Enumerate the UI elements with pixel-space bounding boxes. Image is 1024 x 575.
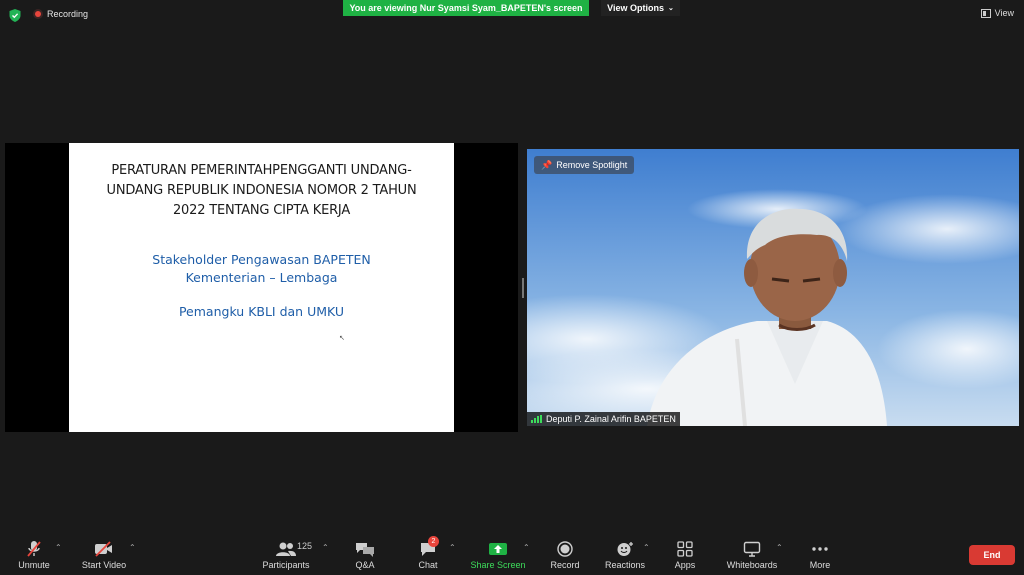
share-screen-button[interactable]: Share Screen <box>470 531 526 575</box>
slide-title-line: 2022 TENTANG CIPTA KERJA <box>172 203 351 218</box>
pin-icon: 📌 <box>541 159 553 170</box>
end-label: End <box>983 550 1001 560</box>
grid-view-icon <box>980 8 991 18</box>
qa-icon <box>356 543 374 557</box>
audio-options-caret-icon[interactable]: ⌃ <box>55 543 62 552</box>
slide-title-line: PERATURAN PEMERINTAHPENGGANTI UNDANG- <box>111 163 412 178</box>
chat-options-caret-icon[interactable]: ⌃ <box>449 543 456 552</box>
more-label: More <box>809 560 831 570</box>
start-video-button[interactable]: Start Video <box>78 531 130 575</box>
share-screen-icon <box>489 543 507 555</box>
share-options-caret-icon[interactable]: ⌃ <box>523 543 530 552</box>
reactions-label: Reactions <box>604 560 646 570</box>
record-dot-icon <box>33 9 43 19</box>
participant-video <box>527 149 1019 426</box>
reactions-options-caret-icon[interactable]: ⌃ <box>643 543 650 552</box>
slide-title: PERATURAN PEMERINTAHPENGGANTI UNDANG- UN… <box>91 161 432 221</box>
viewing-banner-text: You are viewing Nur Syamsi Syam_BAPETEN'… <box>349 3 583 13</box>
chat-button[interactable]: 2 Chat <box>413 531 443 575</box>
mouse-cursor-icon: ↖ <box>339 335 345 342</box>
chevron-down-icon: ⌄ <box>667 5 674 12</box>
more-button[interactable]: More <box>805 531 835 575</box>
resize-handle[interactable] <box>522 278 524 298</box>
video-options-caret-icon[interactable]: ⌃ <box>129 543 136 552</box>
start-video-label: Start Video <box>81 560 127 570</box>
participants-count: 125 <box>297 541 313 551</box>
record-button[interactable]: Record <box>548 531 582 575</box>
signal-strength-icon <box>531 415 542 423</box>
participants-options-caret-icon[interactable]: ⌃ <box>322 543 329 552</box>
view-label: View <box>994 8 1014 18</box>
slide-ministry-line: Kementerian – Lembaga <box>185 270 338 285</box>
meeting-toolbar: Unmute ⌃ Start Video ⌃ Participants 125 … <box>0 531 1024 575</box>
apps-button[interactable]: Apps <box>670 531 700 575</box>
participants-icon <box>276 542 296 556</box>
record-label: Record <box>550 560 580 570</box>
recording-label: Recording <box>47 9 89 19</box>
apps-label: Apps <box>674 560 696 570</box>
qa-label: Q&A <box>355 560 375 570</box>
recording-indicator[interactable]: Recording <box>33 9 88 19</box>
more-dots-icon <box>812 547 828 551</box>
participant-name-tag: Deputi P. Zainal Arifin BAPETEN <box>527 412 680 426</box>
record-icon <box>557 541 573 557</box>
view-button[interactable]: View <box>980 8 1014 18</box>
remove-spotlight-button[interactable]: 📌 Remove Spotlight <box>534 156 635 174</box>
whiteboards-button[interactable]: Whiteboards <box>724 531 780 575</box>
whiteboards-label: Whiteboards <box>726 560 778 570</box>
whiteboards-options-caret-icon[interactable]: ⌃ <box>776 543 783 552</box>
participants-button[interactable]: Participants <box>260 531 312 575</box>
participants-label: Participants <box>262 560 310 570</box>
end-meeting-button[interactable]: End <box>969 545 1015 565</box>
chat-label: Chat <box>418 560 438 570</box>
unmute-button[interactable]: Unmute <box>14 531 54 575</box>
chat-unread-badge: 2 <box>428 536 439 547</box>
whiteboard-icon <box>743 541 761 557</box>
view-options-button[interactable]: View Options ⌄ <box>601 0 680 16</box>
share-screen-label: Share Screen <box>470 560 526 570</box>
apps-icon <box>677 541 693 557</box>
viewing-screen-banner: You are viewing Nur Syamsi Syam_BAPETEN'… <box>343 0 589 16</box>
view-options-label: View Options <box>607 3 664 13</box>
slide-title-line: UNDANG REPUBLIK INDONESIA NOMOR 2 TAHUN <box>106 183 417 198</box>
reactions-icon <box>617 542 633 556</box>
security-shield-icon[interactable] <box>9 9 21 22</box>
slide-stakeholder-line: Stakeholder Pengawasan BAPETEN <box>152 252 371 267</box>
slide-kbli-line: Pemangku KBLI dan UMKU <box>178 304 345 319</box>
presentation-slide: PERATURAN PEMERINTAHPENGGANTI UNDANG- UN… <box>69 143 454 432</box>
participant-name: Deputi P. Zainal Arifin BAPETEN <box>546 414 676 424</box>
reactions-button[interactable]: Reactions <box>604 531 646 575</box>
microphone-muted-icon <box>27 541 41 557</box>
participant-video-tile[interactable]: 📌 Remove Spotlight Deputi P. Zainal Arif… <box>527 149 1019 426</box>
unmute-label: Unmute <box>18 560 50 570</box>
remove-spotlight-label: Remove Spotlight <box>556 160 628 170</box>
video-camera-off-icon <box>95 541 112 557</box>
qa-button[interactable]: Q&A <box>350 531 380 575</box>
